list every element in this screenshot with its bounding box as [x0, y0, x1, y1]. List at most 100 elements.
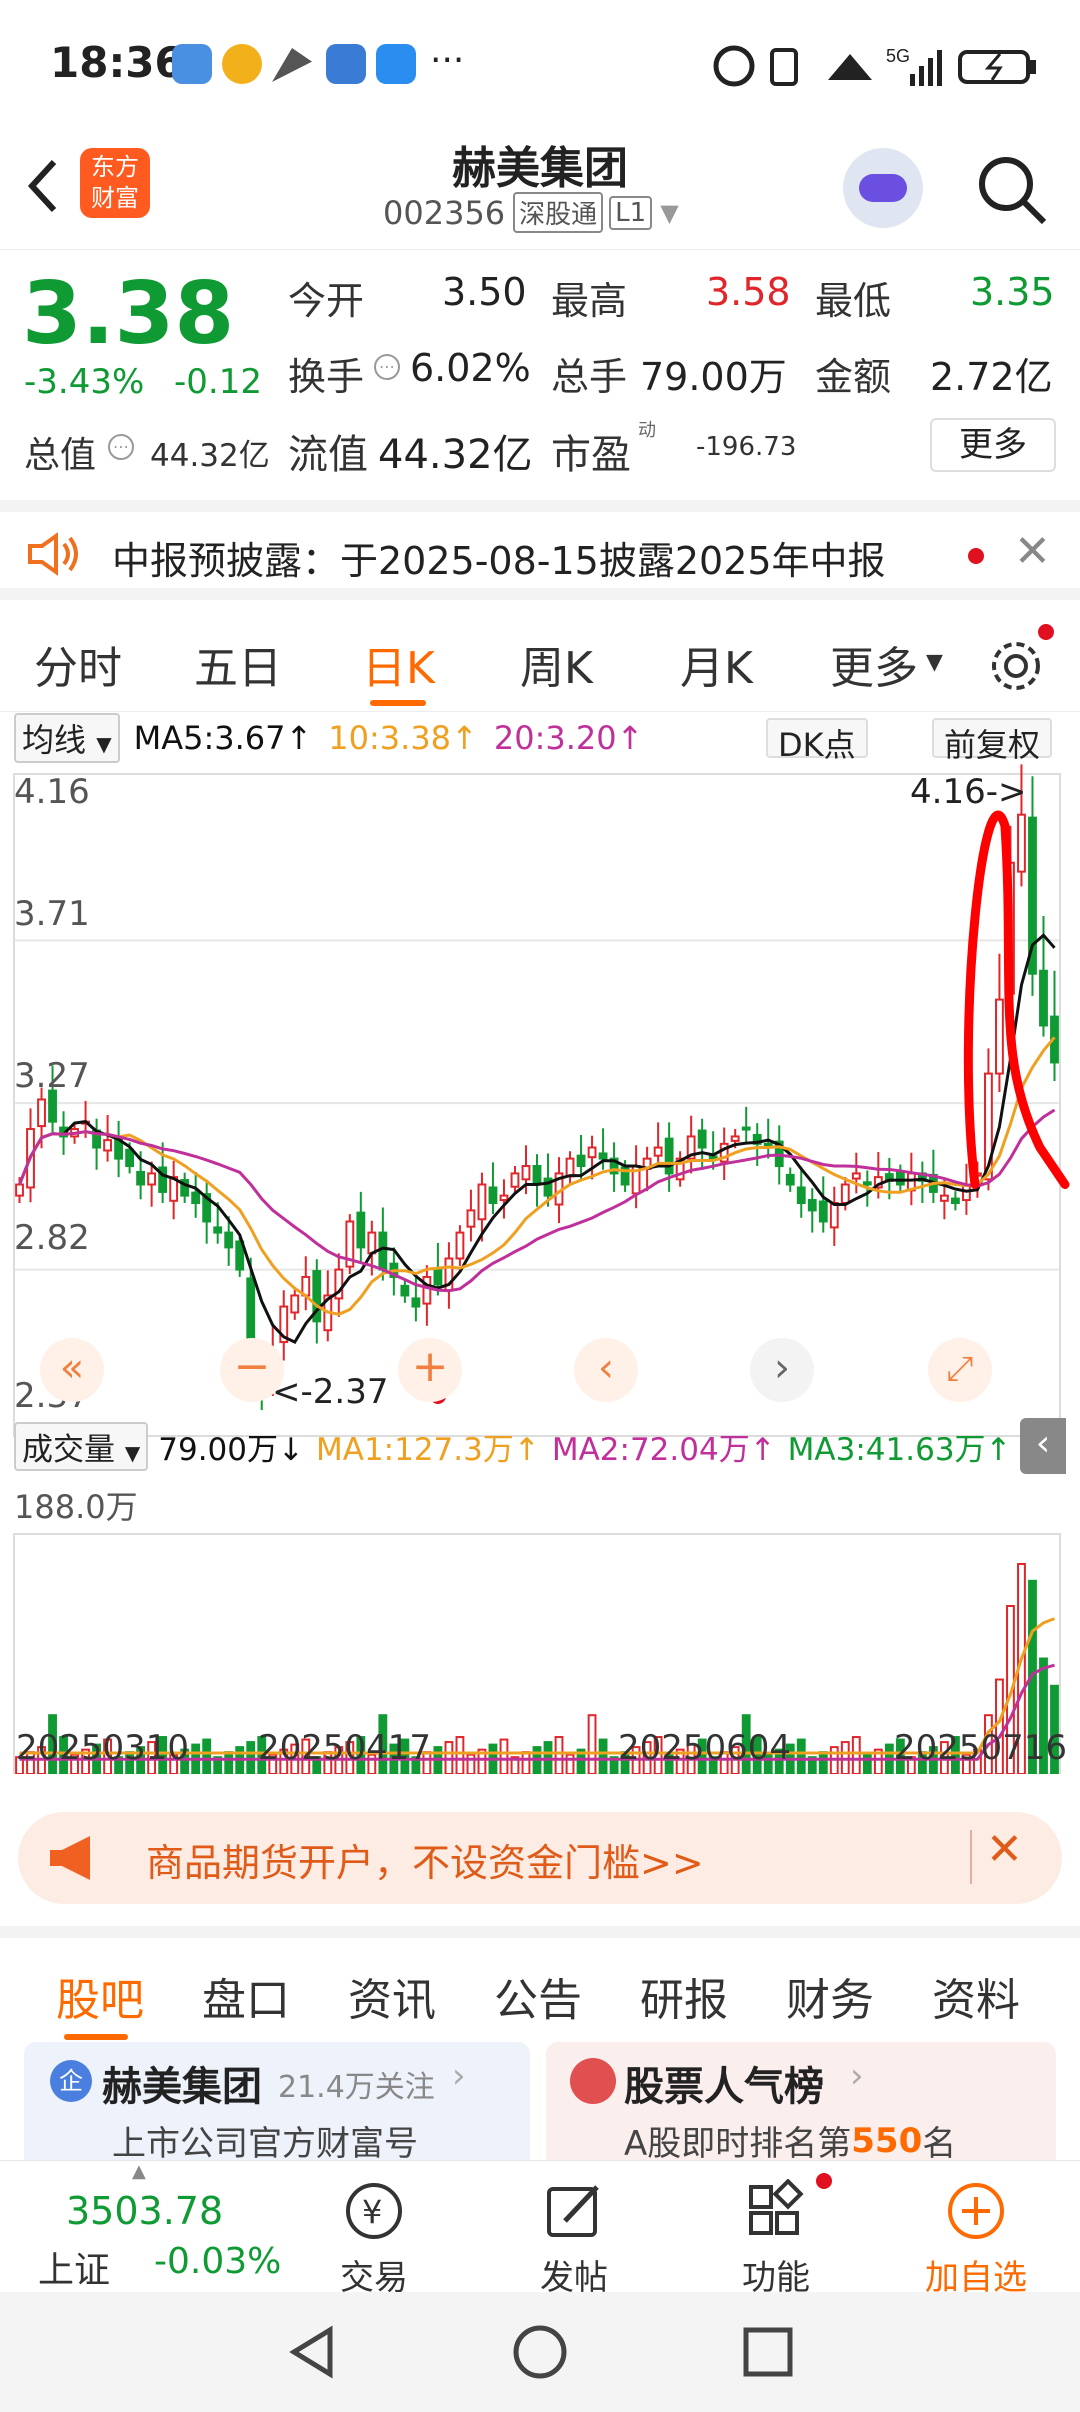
fq-button[interactable]: 前复权: [932, 718, 1053, 764]
turnover-info-icon[interactable]: ⋯: [374, 354, 400, 380]
section-tabs: 股吧 盘口 资讯 公告 研报 财务 资料: [0, 1926, 1080, 2040]
ma5-label: MA5:3.67↑: [133, 719, 313, 757]
volume-bar: [224, 1751, 234, 1774]
candle-body: [697, 1129, 707, 1149]
candle-body: [455, 1231, 465, 1260]
settings-icon[interactable]: [986, 634, 1046, 694]
info-icon[interactable]: ⋯: [108, 434, 134, 460]
close-ad-icon[interactable]: ✕: [986, 1824, 1023, 1875]
zoom-in-button[interactable]: +: [398, 1338, 462, 1402]
close-notice-icon[interactable]: ✕: [1014, 526, 1051, 577]
wifi-icon: [828, 54, 872, 80]
tab-research[interactable]: 研报: [640, 1964, 728, 2028]
high-label: 最高: [551, 279, 628, 323]
date-tick-0: 20250310: [16, 1728, 190, 1768]
popularity-card-title: 股票人气榜: [624, 2064, 824, 2110]
candle-body: [37, 1098, 46, 1128]
megaphone-icon: [50, 1836, 90, 1880]
company-card[interactable]: 企 赫美集团 21.4万关注 › 上市公司官方财富号: [24, 2042, 530, 2172]
ad-banner[interactable]: 商品期货开户，不设资金门槛>> ✕: [18, 1812, 1062, 1904]
zoom-out-button[interactable]: −: [220, 1338, 284, 1402]
tab-finance[interactable]: 财务: [786, 1964, 874, 2028]
more-button[interactable]: 更多: [930, 418, 1056, 472]
popularity-card-chevron-icon: ›: [850, 2056, 864, 2096]
candle-body: [532, 1165, 542, 1186]
dropdown-icon[interactable]: ▼: [660, 199, 678, 227]
candle-body: [807, 1199, 817, 1212]
quote-panel: 3.38 -3.43% -0.12 总值 ⋯ 44.32亿 今开 3.50 最高…: [0, 250, 1080, 500]
tab-more[interactable]: 更多: [830, 632, 918, 696]
status-bar: 18:36 ··· 5G: [0, 0, 1080, 130]
volume-bar: [587, 1714, 597, 1774]
tab-minute[interactable]: 分时: [34, 632, 122, 696]
status-icons: 5G: [713, 45, 1036, 87]
volume-bar: [466, 1753, 476, 1774]
candle-body: [730, 1135, 740, 1142]
dk-button[interactable]: DK点: [766, 718, 868, 764]
tab-5day[interactable]: 五日: [194, 632, 282, 696]
price-tick-3: 2.82: [14, 1218, 90, 1258]
candle-body: [213, 1226, 223, 1234]
tab-monthly-k[interactable]: 月K: [680, 632, 753, 696]
robot-assistant-icon[interactable]: [843, 148, 923, 228]
unread-dot: [968, 548, 984, 564]
trade-nav[interactable]: ¥ 交易: [304, 2179, 444, 2299]
post-nav[interactable]: 发帖: [504, 2179, 644, 2299]
candle-body: [521, 1165, 531, 1181]
add-circle-icon: [948, 2183, 1004, 2239]
volume-indicator-label: 成交量: [22, 1431, 115, 1468]
period-tabs: 分时 五日 日K 周K 月K 更多 ▼: [0, 612, 1080, 712]
candle-body: [796, 1186, 806, 1205]
doc-app-icon: [326, 44, 366, 84]
candle-body: [136, 1170, 146, 1186]
scroll-start-button[interactable]: «: [40, 1338, 104, 1402]
tab-announcements[interactable]: 公告: [494, 1964, 582, 2028]
current-price: 3.38: [22, 264, 235, 364]
volume-indicator-select[interactable]: 成交量 ▼: [14, 1421, 149, 1471]
tab-pankou[interactable]: 盘口: [202, 1964, 290, 2028]
candle-body: [708, 1155, 718, 1160]
svg-text:¥: ¥: [362, 2193, 382, 2231]
candle-body: [422, 1275, 432, 1305]
pe-sup: 动: [638, 420, 656, 441]
volume-bar: [202, 1738, 212, 1774]
mktcap-value: 44.32亿: [150, 438, 270, 474]
low-value: 3.35: [970, 270, 1055, 314]
chat-app-icon: [172, 44, 212, 84]
volume-bar: [862, 1753, 872, 1774]
tab-guba[interactable]: 股吧: [56, 1964, 144, 2028]
search-icon[interactable]: [974, 152, 1050, 228]
candle-body: [224, 1231, 234, 1249]
candle-body: [576, 1154, 586, 1168]
5g-icon: 5G: [886, 46, 910, 66]
system-back-icon[interactable]: [282, 2322, 342, 2382]
tab-daily-k[interactable]: 日K: [362, 632, 435, 696]
system-recents-icon[interactable]: [738, 2322, 798, 2382]
popularity-rank-line: A股即时排名第 550 名: [624, 2116, 956, 2165]
company-card-title: 赫美集团: [102, 2064, 262, 2110]
system-home-icon[interactable]: [510, 2322, 570, 2382]
candle-body: [741, 1126, 751, 1131]
index-value[interactable]: 3503.78: [66, 2189, 223, 2233]
notice-bar[interactable]: 中报预披露：于2025-08-15披露2025年中报 ✕: [0, 500, 1080, 600]
next-button[interactable]: ›: [750, 1338, 814, 1402]
index-name[interactable]: 上证: [38, 2241, 110, 2293]
popularity-card[interactable]: 股票人气榜 › A股即时排名第 550 名: [546, 2042, 1056, 2172]
edit-icon: [547, 2185, 599, 2237]
fullscreen-button[interactable]: ⤢: [928, 1338, 992, 1402]
tab-profile[interactable]: 资料: [932, 1964, 1020, 2028]
prev-button[interactable]: ‹: [574, 1338, 638, 1402]
add-watchlist-nav[interactable]: 加自选: [906, 2179, 1046, 2299]
indicator-select[interactable]: 均线 ▼: [14, 713, 120, 763]
tab-weekly-k[interactable]: 周K: [520, 632, 593, 696]
bottom-nav: ▲ 3503.78 上证 -0.03% ¥ 交易 发帖 功能 加自选: [0, 2160, 1080, 2298]
tab-news[interactable]: 资讯: [348, 1964, 436, 2028]
candle-body: [400, 1284, 410, 1297]
function-nav[interactable]: 功能: [706, 2178, 846, 2299]
tab-more-arrow-icon: ▼: [926, 650, 943, 675]
index-change[interactable]: -0.03%: [154, 2241, 281, 2282]
kline-chart[interactable]: 均线 ▼ MA5:3.67↑ 10:3.38↑ 20:3.20↑ DK点 前复权…: [0, 712, 1080, 1792]
pe-value: -196.73: [696, 432, 797, 462]
collapse-panel-button[interactable]: ‹: [1020, 1418, 1066, 1474]
candle-body: [862, 1181, 872, 1186]
